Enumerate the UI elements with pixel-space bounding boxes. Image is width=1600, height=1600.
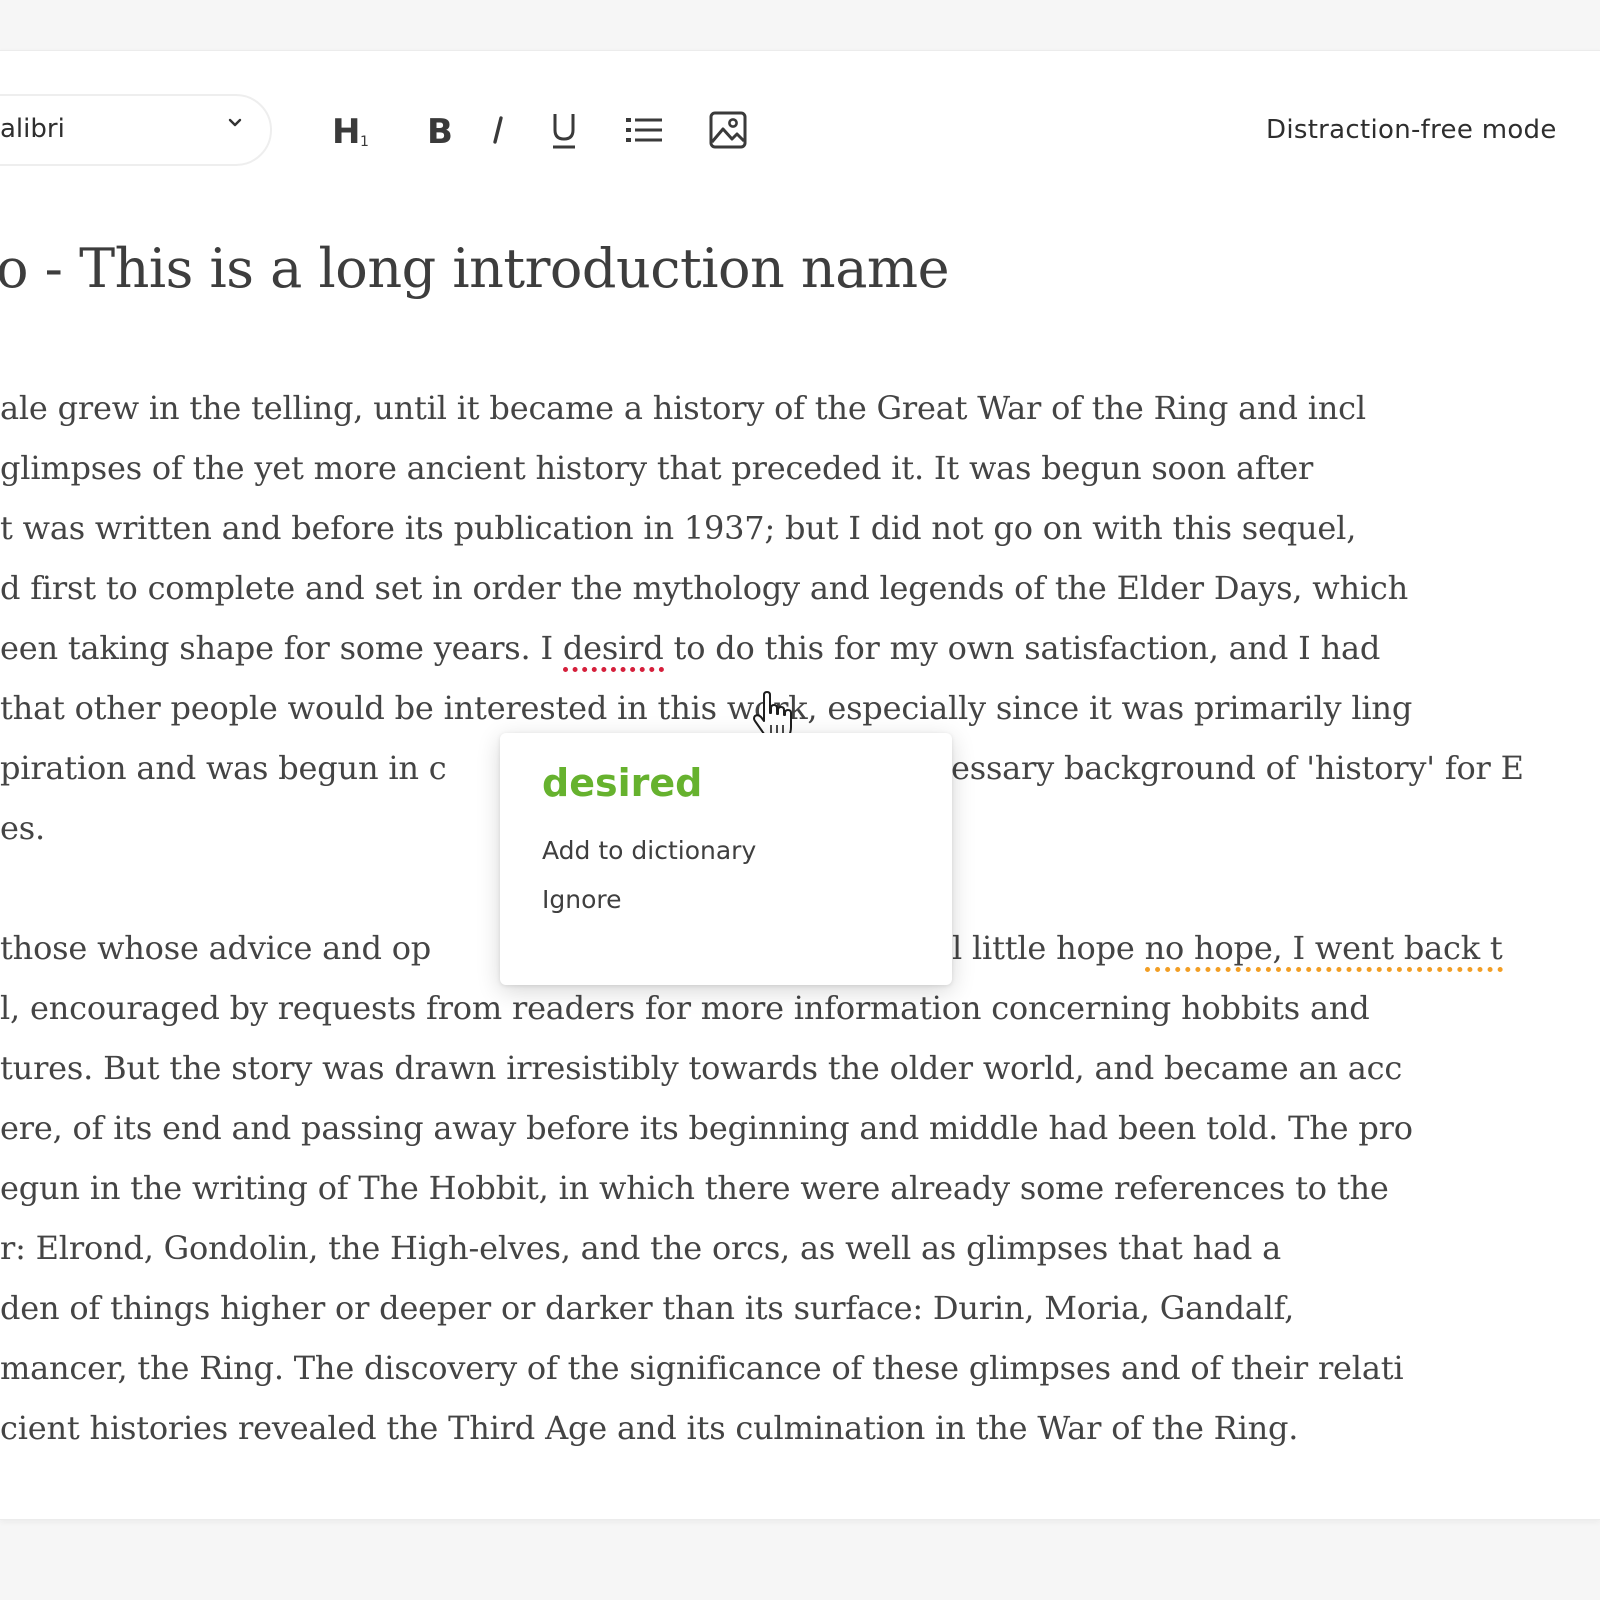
line-text: t was written and before its publication… [0,509,1357,547]
text-line[interactable]: t was written and before its publication… [0,498,1600,558]
line-text: l little hope [952,929,1145,967]
font-family-value: alibri [0,114,65,144]
heading-button[interactable]: H 1 [330,106,378,154]
text-line[interactable]: glimpses of the yet more ancient history… [0,438,1600,498]
line-text: r: Elrond, Gondolin, the High-elves, and… [0,1229,1282,1267]
italic-button[interactable] [474,106,522,154]
ignore-option[interactable]: Ignore [542,885,622,914]
text-line[interactable]: egun in the writing of The Hobbit, in wh… [0,1158,1600,1218]
spelling-suggestion-popup: desired Add to dictionary Ignore [500,733,952,985]
editor-window: alibri H 1 B Distraction-free mode o - T… [0,0,1600,1600]
add-to-dictionary-option[interactable]: Add to dictionary [542,836,756,865]
line-text: een taking shape for some years. I [0,629,563,667]
line-text: mancer, the Ring. The discovery of the s… [0,1349,1404,1387]
line-text: essary background of 'history' for E [951,749,1524,787]
line-text: piration and was begun in c [0,749,447,787]
text-line[interactable]: mancer, the Ring. The discovery of the s… [0,1338,1600,1398]
line-text: es. [0,809,45,847]
text-line[interactable]: r: Elrond, Gondolin, the High-elves, and… [0,1218,1600,1278]
distraction-free-mode-button[interactable]: Distraction-free mode [1266,115,1557,145]
text-line[interactable]: that other people would be interested in… [0,678,1600,738]
text-line[interactable]: een taking shape for some years. I desir… [0,618,1600,678]
font-family-select[interactable]: alibri [0,94,272,166]
suggestion-desired[interactable]: desired [542,761,702,805]
italic-icon [493,116,503,144]
text-line[interactable]: tures. But the story was drawn irresisti… [0,1038,1600,1098]
line-text: cient histories revealed the Third Age a… [0,1409,1299,1447]
grammar-suggestion-phrase[interactable]: no hope, I went back t [1144,929,1503,972]
insert-image-button[interactable] [704,106,752,154]
document-title[interactable]: o - This is a long introduction name [0,237,950,300]
line-text: tures. But the story was drawn irresisti… [0,1049,1403,1087]
svg-text:H: H [332,112,360,150]
bold-icon: B [427,112,453,150]
line-text: ere, of its end and passing away before … [0,1109,1413,1147]
line-text: glimpses of the yet more ancient history… [0,449,1314,487]
text-line[interactable]: ere, of its end and passing away before … [0,1098,1600,1158]
misspelled-word[interactable]: desird [562,629,664,672]
svg-text:B: B [427,112,453,150]
line-text: egun in the writing of The Hobbit, in wh… [0,1169,1389,1207]
image-icon [709,111,747,149]
underline-button[interactable] [540,106,588,154]
line-text: ale grew in the telling, until it became… [0,389,1366,427]
bulleted-list-icon [626,118,662,142]
underline-icon [553,114,575,149]
text-line[interactable]: cient histories revealed the Third Age a… [0,1398,1600,1458]
line-text: those whose advice and op [0,929,432,967]
text-line[interactable]: ale grew in the telling, until it became… [0,378,1600,438]
line-text: that other people would be interested in… [0,689,1413,727]
svg-text:1: 1 [360,134,369,150]
text-line[interactable]: l, encouraged by requests from readers f… [0,978,1600,1038]
heading-icon: H 1 [332,112,369,150]
text-line[interactable]: den of things higher or deeper or darker… [0,1278,1600,1338]
text-line[interactable]: d first to complete and set in order the… [0,558,1600,618]
chevron-down-icon [228,118,242,127]
bold-button[interactable]: B [415,106,463,154]
line-text: to do this for my own satisfaction, and … [663,629,1381,667]
line-text: den of things higher or deeper or darker… [0,1289,1295,1327]
line-text: d first to complete and set in order the… [0,569,1409,607]
bulleted-list-button[interactable] [620,106,668,154]
line-text: l, encouraged by requests from readers f… [0,989,1370,1027]
